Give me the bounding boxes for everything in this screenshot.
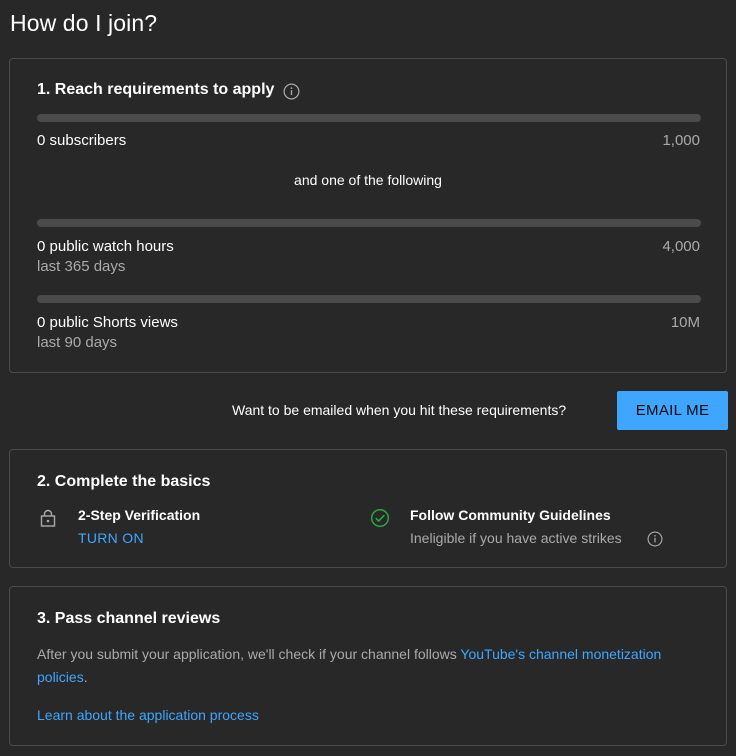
learn-application-process-link[interactable]: Learn about the application process	[37, 707, 259, 723]
shorts-views-count: 0 public Shorts views	[37, 314, 178, 331]
reviews-text-after: .	[83, 669, 88, 685]
email-me-button[interactable]: EMAIL ME	[617, 391, 728, 430]
lock-icon	[40, 509, 56, 527]
reviews-title: 3. Pass channel reviews	[37, 610, 221, 627]
community-guidelines-title: Follow Community Guidelines	[410, 507, 611, 523]
info-icon[interactable]	[283, 83, 300, 100]
requirements-title: 1. Reach requirements to apply	[37, 81, 275, 98]
watch-hours-count: 0 public watch hours	[37, 238, 174, 255]
turn-on-link[interactable]: TURN ON	[78, 530, 144, 546]
subscribers-count: 0 subscribers	[37, 132, 127, 149]
watch-hours-period: last 365 days	[37, 258, 126, 275]
info-icon[interactable]	[647, 531, 663, 547]
page-title: How do I join?	[10, 10, 158, 36]
shorts-views-progress-bar	[37, 295, 701, 303]
reviews-card: 3. Pass channel reviews After you submit…	[9, 586, 727, 746]
two-step-verification-title: 2-Step Verification	[78, 507, 201, 523]
check-circle-icon	[370, 508, 390, 528]
reviews-description: After you submit your application, we'll…	[37, 643, 677, 689]
shorts-views-period: last 90 days	[37, 334, 118, 351]
watch-hours-target: 4,000	[662, 238, 700, 255]
reviews-text-before: After you submit your application, we'll…	[37, 646, 461, 662]
basics-title: 2. Complete the basics	[37, 473, 211, 490]
watch-hours-progress-bar	[37, 219, 701, 227]
separator-text: and one of the following	[294, 172, 442, 188]
basics-card: 2. Complete the basics 2-Step Verificati…	[9, 449, 727, 568]
email-prompt-text: Want to be emailed when you hit these re…	[232, 402, 567, 418]
subscribers-target: 1,000	[662, 132, 700, 149]
shorts-views-target: 10M	[670, 314, 700, 331]
subscribers-progress-bar	[37, 114, 701, 122]
community-guidelines-subtitle: Ineligible if you have active strikes	[410, 530, 622, 546]
requirements-card: 1. Reach requirements to apply 0 subscri…	[9, 58, 727, 373]
